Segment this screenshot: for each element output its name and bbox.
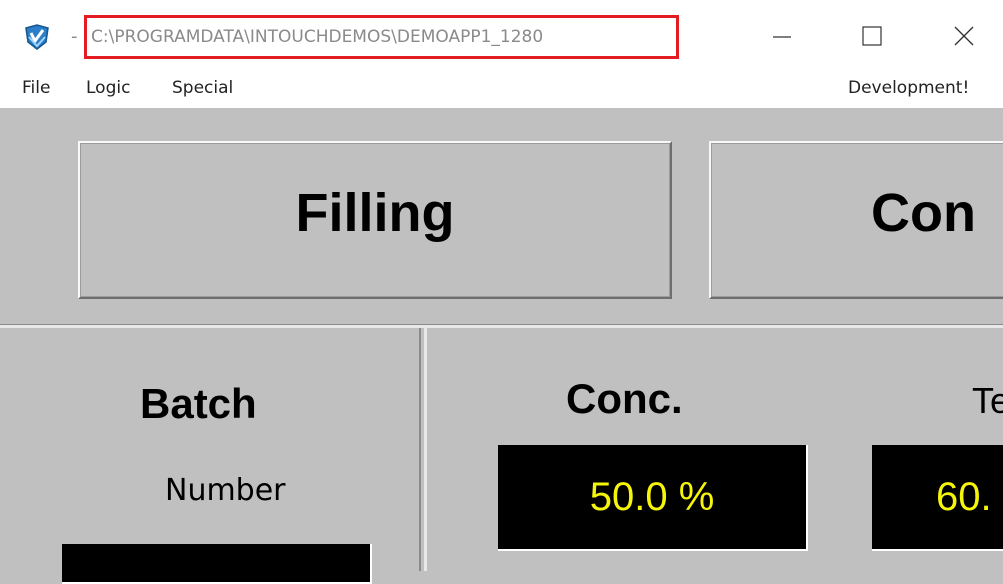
batch-number-readout: [62, 544, 372, 584]
menu-special[interactable]: Special: [172, 78, 233, 98]
batch-number-label: Number: [165, 473, 286, 508]
menu-file[interactable]: File: [22, 78, 50, 98]
vertical-divider: [419, 328, 427, 571]
intouch-app-icon[interactable]: [22, 22, 52, 52]
maximize-icon[interactable]: [856, 20, 888, 52]
title-separator: -: [71, 26, 78, 47]
con-button[interactable]: Con: [709, 141, 1003, 299]
filling-button[interactable]: Filling: [78, 141, 672, 299]
filling-button-label: Filling: [295, 183, 455, 243]
conc-readout: 50.0 %: [498, 445, 808, 551]
temp-title: Te: [972, 380, 1003, 421]
conc-title: Conc.: [566, 375, 683, 422]
menu-bar: File Logic Special Development!: [0, 74, 1003, 108]
temp-readout: 60.: [872, 445, 1003, 551]
close-icon[interactable]: [948, 20, 980, 52]
horizontal-divider: [0, 324, 1003, 328]
batch-title: Batch: [140, 380, 257, 427]
window-title-path: C:\PROGRAMDATA\INTOUCHDEMOS\DEMOAPP1_128…: [84, 15, 679, 59]
menu-development[interactable]: Development!: [848, 78, 969, 98]
title-bar: - C:\PROGRAMDATA\INTOUCHDEMOS\DEMOAPP1_1…: [0, 0, 1003, 74]
con-button-label: Con: [871, 183, 976, 243]
menu-logic[interactable]: Logic: [86, 78, 130, 98]
hmi-canvas: Filling Con Batch Number Conc. 50.0 % Te…: [0, 108, 1003, 584]
minimize-icon[interactable]: [766, 20, 798, 52]
